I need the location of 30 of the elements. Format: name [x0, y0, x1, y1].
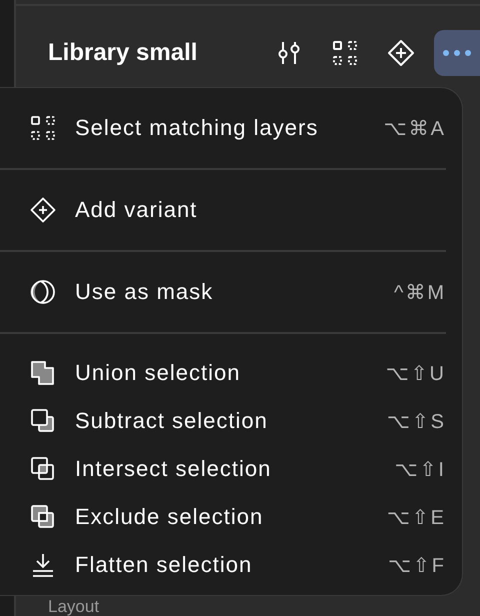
- dashed-grid-icon: [332, 40, 358, 66]
- shortcut-label: ⌥⇧F: [388, 554, 446, 578]
- exclude-icon: [30, 504, 56, 530]
- dashed-grid-icon: [30, 115, 56, 141]
- union-icon: [30, 360, 56, 386]
- shortcut-label: ⌥⇧E: [386, 506, 446, 530]
- menu-item[interactable]: Subtract selection ⌥⇧S: [0, 397, 462, 445]
- sliders-icon: [276, 40, 302, 66]
- more-icon: [442, 49, 472, 58]
- panel-title: Library small: [48, 39, 198, 68]
- menu-item[interactable]: Use as mask ^⌘M: [0, 268, 462, 316]
- menu-item[interactable]: Select matching layers ⌥⌘A: [0, 104, 462, 152]
- mask-icon: [30, 279, 56, 305]
- shortcut-label: ⌥⌘A: [384, 116, 446, 140]
- shortcut-label: ⌥⇧U: [386, 362, 446, 386]
- menu-item[interactable]: Intersect selection ⌥⇧I: [0, 445, 462, 493]
- intersect-icon: [30, 456, 56, 482]
- menu-item[interactable]: Union selection ⌥⇧U: [0, 349, 462, 397]
- flatten-icon: [30, 552, 56, 578]
- menu-item[interactable]: Flatten selection ⌥⇧F: [0, 541, 462, 589]
- subtract-icon: [30, 408, 56, 434]
- shortcut-label: ⌥⇧I: [394, 458, 446, 482]
- shortcut-label: ^⌘M: [394, 280, 446, 304]
- more-button[interactable]: [434, 30, 480, 76]
- diamond-plus-icon: [30, 197, 56, 223]
- diamond-plus-icon: [387, 39, 415, 68]
- menu-item[interactable]: Add variant: [0, 186, 462, 234]
- shortcut-label: ⌥⇧S: [386, 410, 446, 434]
- section-label: Layout: [48, 598, 100, 616]
- menu-item[interactable]: Exclude selection ⌥⇧E: [0, 493, 462, 541]
